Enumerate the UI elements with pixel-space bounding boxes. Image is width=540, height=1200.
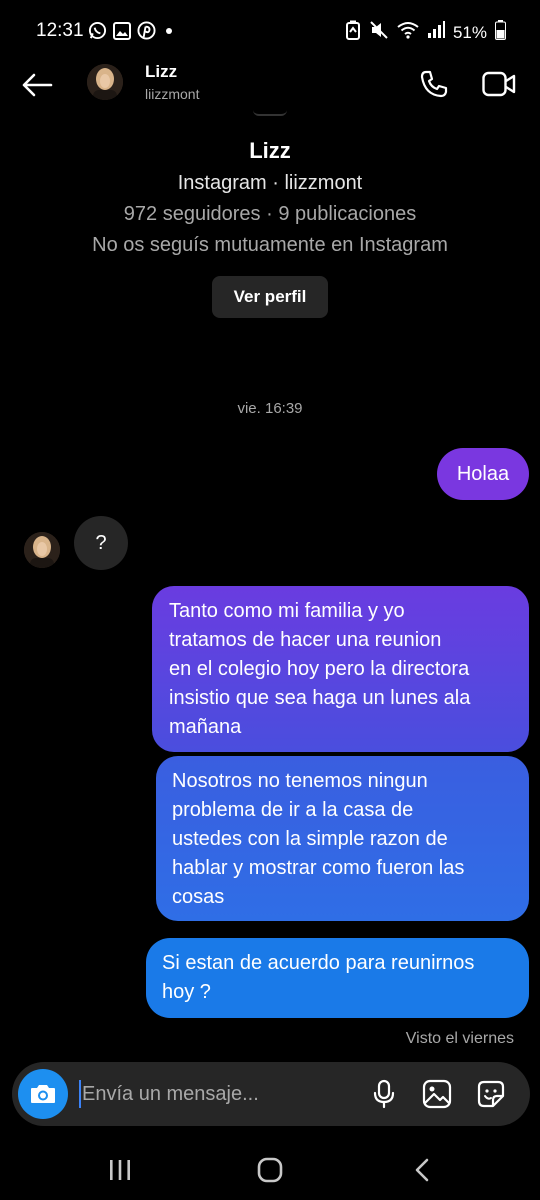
- back-button[interactable]: [18, 66, 56, 104]
- video-call-button[interactable]: [478, 64, 520, 104]
- message-line: Nosotros no tenemos ningun: [172, 770, 428, 792]
- home-button[interactable]: [250, 1154, 290, 1186]
- conversation-timestamp: vie. 16:39: [237, 400, 303, 417]
- header-username[interactable]: liizzmont: [145, 86, 199, 102]
- pinterest-icon: [137, 21, 156, 45]
- profile-name: Lizz: [249, 138, 291, 163]
- audio-call-button[interactable]: [414, 64, 454, 104]
- profile-mutual-line: No os seguís mutuamente en Instagram: [92, 234, 448, 256]
- message-text: ?: [95, 531, 107, 554]
- sender-avatar[interactable]: [24, 532, 60, 568]
- recents-button[interactable]: [100, 1154, 140, 1186]
- text-cursor: [79, 1080, 81, 1108]
- message-line: Si estan de acuerdo para reunirnos: [162, 952, 475, 974]
- profile-stats-line: 972 seguidores · 9 publicaciones: [123, 203, 417, 225]
- message-composer: [12, 1062, 530, 1126]
- battery-icon: [495, 20, 506, 45]
- message-bubble-outgoing[interactable]: Si estan de acuerdo para reunirnos hoy ?: [146, 938, 529, 1018]
- message-line: hablar y mostrar como fueron las: [172, 857, 465, 879]
- view-profile-button[interactable]: Ver perfil: [212, 276, 328, 318]
- message-line: hoy ?: [162, 981, 211, 1003]
- signal-icon: [427, 21, 445, 44]
- sticker-button[interactable]: [472, 1076, 510, 1112]
- message-bubble-outgoing[interactable]: Holaa: [437, 448, 529, 500]
- recents-icon: [110, 1160, 130, 1180]
- message-bubble-outgoing[interactable]: Tanto como mi familia y yo tratamos de h…: [152, 586, 529, 752]
- message-line: problema de ir a la casa de: [172, 799, 414, 821]
- image-icon: [422, 1079, 452, 1109]
- camera-button[interactable]: [18, 1069, 68, 1119]
- profile-avatar-edge: [253, 110, 287, 116]
- message-input[interactable]: [82, 1062, 362, 1126]
- status-left-icons: [88, 21, 176, 45]
- system-back-button[interactable]: [402, 1154, 442, 1186]
- avatar[interactable]: [87, 64, 123, 100]
- message-line: en el colegio hoy pero la directora: [169, 658, 470, 680]
- camera-icon: [31, 1085, 55, 1103]
- battery-percent: 51%: [452, 22, 487, 42]
- battery-saver-icon: [345, 20, 361, 45]
- seen-status: Visto el viernes: [405, 1030, 514, 1047]
- profile-photo-icon: [24, 532, 60, 568]
- voice-message-button[interactable]: [366, 1076, 402, 1112]
- microphone-icon: [373, 1079, 395, 1109]
- arrow-left-icon: [22, 73, 53, 97]
- message-text: Holaa: [456, 462, 510, 485]
- status-right-icons: 51%: [345, 20, 506, 45]
- status-time: 12:31: [36, 20, 84, 41]
- message-line: mañana: [169, 716, 242, 738]
- message-line: Tanto como mi familia y yo: [169, 600, 405, 622]
- message-bubble-incoming[interactable]: ?: [74, 516, 128, 570]
- whatsapp-icon: [88, 21, 107, 45]
- gallery-button[interactable]: [418, 1076, 456, 1112]
- status-bar: 12:31 51%: [0, 0, 540, 62]
- image-icon: [113, 21, 131, 45]
- header-name[interactable]: Lizz: [145, 62, 177, 82]
- dot-icon: [162, 24, 176, 43]
- wifi-icon: [397, 21, 419, 44]
- message-line: ustedes con la simple razon de: [172, 828, 448, 850]
- profile-card: Lizz Instagram · liizzmont 972 seguidore…: [0, 110, 540, 318]
- phone-icon: [420, 70, 448, 98]
- chevron-left-icon: [415, 1158, 429, 1182]
- mute-icon: [369, 20, 389, 45]
- chat-header: Lizz liizzmont: [0, 62, 540, 108]
- message-line: insistio que sea haga un lunes ala: [169, 687, 471, 709]
- message-line: tratamos de hacer una reunion: [169, 629, 442, 651]
- video-camera-icon: [482, 71, 516, 97]
- sticker-icon: [477, 1080, 505, 1108]
- profile-platform-line: Instagram · liizzmont: [177, 172, 363, 194]
- system-nav-bar: [0, 1140, 540, 1200]
- message-line: cosas: [172, 886, 225, 908]
- home-icon: [257, 1157, 283, 1183]
- profile-photo-icon: [87, 64, 123, 100]
- message-bubble-outgoing[interactable]: Nosotros no tenemos ningun problema de i…: [156, 756, 529, 921]
